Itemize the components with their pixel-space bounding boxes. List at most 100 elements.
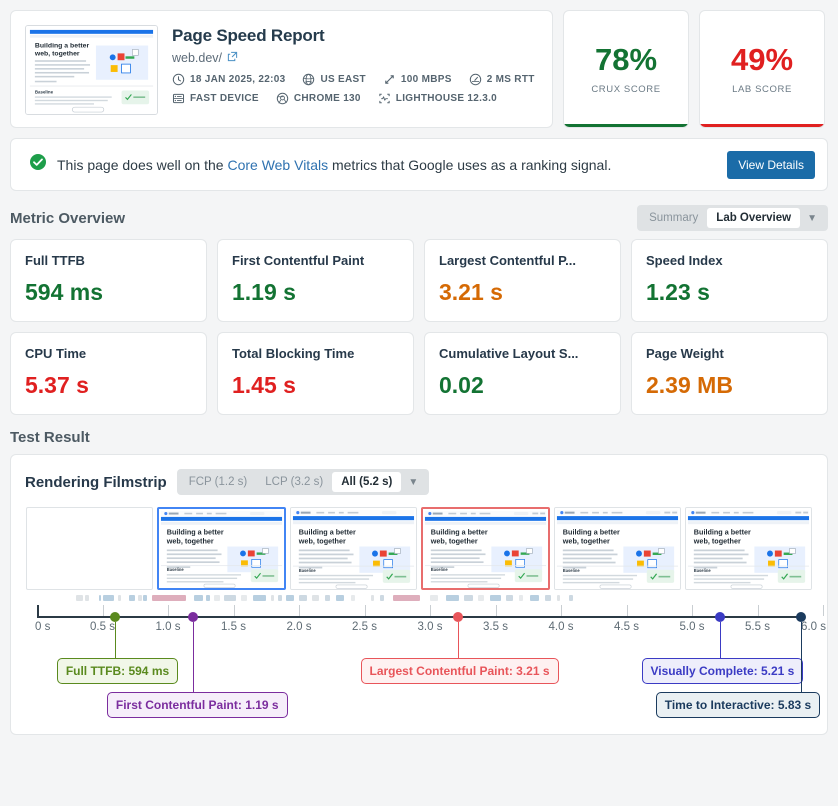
metric-card-cumulative-layout-shift[interactable]: Cumulative Layout S... 0.02	[424, 332, 621, 415]
timeline-tick	[299, 605, 300, 616]
timeline-tick-label: 1.5 s	[221, 621, 246, 633]
waterfall-segment	[98, 595, 102, 601]
filmstrip-option-lcp[interactable]: LCP (3.2 s)	[256, 472, 332, 492]
device-icon	[172, 92, 185, 105]
toggle-option-summary[interactable]: Summary	[640, 208, 707, 228]
svg-text:Baseline: Baseline	[299, 568, 316, 573]
filmstrip-frame[interactable]: Building a better web, together Baseline	[290, 507, 417, 590]
timeline-event-dot[interactable]	[109, 611, 120, 622]
waterfall-segment	[505, 595, 513, 601]
report-url-text: web.dev/	[172, 51, 223, 65]
crux-score-label: CRUX SCORE	[591, 83, 661, 95]
metric-label: CPU Time	[25, 346, 87, 361]
timeline-baseline	[37, 616, 801, 618]
svg-text:Baseline: Baseline	[431, 567, 449, 572]
filmstrip-option-all[interactable]: All (5.2 s)	[332, 472, 402, 492]
metric-label: Page Weight	[646, 346, 724, 361]
metric-card-speed-index[interactable]: Speed Index 1.23 s	[631, 239, 828, 322]
chevron-down-icon[interactable]: ▼	[401, 477, 426, 488]
page-screenshot-thumbnail[interactable]: Building a better web, together Baseline	[25, 25, 158, 115]
annotation-label[interactable]: Visually Complete: 5.21 s	[641, 658, 804, 684]
timeline-tick-label: 3.5 s	[483, 621, 508, 633]
annotation-label[interactable]: Time to Interactive: 5.83 s	[655, 692, 821, 718]
globe-icon	[302, 73, 315, 86]
timeline-event-dot[interactable]	[795, 611, 806, 622]
svg-text:Building a better: Building a better	[35, 43, 90, 50]
timeline-event-dot[interactable]	[452, 611, 463, 622]
svg-text:web, together: web, together	[693, 536, 741, 545]
svg-text:Building a better: Building a better	[299, 527, 356, 536]
filmstrip-frame[interactable]: Building a better web, together Baseline	[157, 507, 286, 590]
filmstrip-frame[interactable]	[26, 507, 153, 590]
core-web-vitals-banner: This page does well on the Core Web Vita…	[10, 138, 828, 191]
timeline-event-dot[interactable]	[187, 611, 198, 622]
timeline-tick	[626, 605, 628, 616]
annotation-label[interactable]: Full TTFB: 594 ms	[56, 658, 179, 684]
timeline-tick	[364, 605, 366, 616]
annotation-label[interactable]: Largest Contentful Paint: 3.21 s	[360, 658, 559, 684]
filmstrip-frame[interactable]: Building a better web, together Baseline	[421, 507, 550, 590]
filmstrip-title: Rendering Filmstrip	[25, 473, 167, 491]
metric-card-largest-contentful-paint[interactable]: Largest Contentful P... 3.21 s	[424, 239, 621, 322]
metric-card-full-ttfb[interactable]: Full TTFB 594 ms	[10, 239, 207, 322]
page-title: Page Speed Report	[172, 26, 325, 45]
clock-icon	[172, 73, 185, 86]
svg-text:Baseline: Baseline	[35, 89, 54, 94]
waterfall-segment	[205, 595, 210, 601]
timeline-tick	[561, 605, 562, 616]
waterfall-segment	[241, 595, 247, 601]
timeline-event-dot[interactable]	[714, 611, 725, 622]
svg-text:web, together: web, together	[166, 537, 214, 546]
crux-score-card[interactable]: 78% CRUX SCORE	[563, 10, 689, 128]
filmstrip-option-fcp[interactable]: FCP (1.2 s)	[180, 472, 257, 492]
metric-card-first-contentful-paint[interactable]: First Contentful Paint 1.19 s	[217, 239, 414, 322]
crux-score-value: 78%	[594, 41, 658, 77]
metric-card-page-weight[interactable]: Page Weight 2.39 MB	[631, 332, 828, 415]
waterfall-segment	[325, 595, 331, 601]
fact-browser: CHROME 130	[276, 92, 361, 105]
external-link-icon[interactable]	[227, 51, 238, 65]
timeline-tick-label: 3.0 s	[417, 621, 443, 633]
waterfall-segment	[430, 595, 438, 601]
timeline-tick	[168, 605, 169, 616]
core-web-vitals-link[interactable]: Core Web Vitals	[227, 157, 328, 173]
view-details-button[interactable]: View Details	[727, 150, 815, 179]
timeline-annotations: Full TTFB: 594 ms First Contentful Paint:…	[25, 622, 821, 728]
lab-score-card[interactable]: 49% LAB SCORE	[699, 10, 825, 128]
waterfall-segment	[194, 595, 204, 601]
svg-text:web, together: web, together	[34, 50, 80, 57]
lab-score-label: LAB SCORE	[732, 83, 792, 95]
waterfall-segment	[557, 595, 560, 601]
filmstrip-frame[interactable]: Building a better web, together Baseline	[554, 507, 681, 590]
annotation-label[interactable]: First Contentful Paint: 1.19 s	[106, 692, 288, 718]
filmstrip-frame[interactable]: Building a better web, together Baseline	[685, 507, 812, 590]
fact-location-label: US EAST	[320, 74, 366, 85]
report-meta: Page Speed Report web.dev/ 18 JAN 2025, …	[172, 25, 538, 105]
timeline-tick-label: 0.5 s	[90, 621, 115, 633]
timeline-tick-label: 2.0 s	[286, 621, 312, 633]
timeline-tick-label: 6.0 s	[801, 621, 826, 633]
waterfall-segment	[393, 595, 420, 601]
waterfall-segment	[102, 595, 115, 601]
svg-text:web, together: web, together	[430, 537, 478, 546]
fact-lighthouse-label: LIGHTHOUSE 12.3.0	[395, 93, 498, 104]
fact-device-label: FAST DEVICE	[190, 93, 259, 104]
metric-card-cpu-time[interactable]: CPU Time 5.37 s	[10, 332, 207, 415]
fact-timestamp-label: 18 JAN 2025, 22:03	[190, 74, 286, 85]
fact-device: FAST DEVICE	[172, 92, 259, 105]
waterfall-segment	[529, 595, 539, 601]
metric-card-total-blocking-time[interactable]: Total Blocking Time 1.45 s	[217, 332, 414, 415]
banner-message: This page does well on the Core Web Vita…	[57, 157, 717, 173]
metric-value: 5.37 s	[25, 372, 89, 398]
timeline-tick-label: 4.0 s	[548, 621, 574, 633]
report-facts: 18 JAN 2025, 22:03 US EAST 100 MBPS 2 MS…	[172, 73, 538, 105]
waterfall-segment	[545, 595, 551, 601]
toggle-option-lab-overview[interactable]: Lab Overview	[707, 208, 801, 228]
metric-value: 1.23 s	[646, 279, 710, 305]
report-url[interactable]: web.dev/	[172, 51, 538, 65]
chevron-down-icon[interactable]: ▼	[800, 213, 825, 224]
waterfall-segment	[299, 595, 307, 601]
timeline-tick	[233, 605, 235, 616]
waterfall-segment	[568, 595, 573, 601]
metric-label: Total Blocking Time	[232, 346, 355, 361]
